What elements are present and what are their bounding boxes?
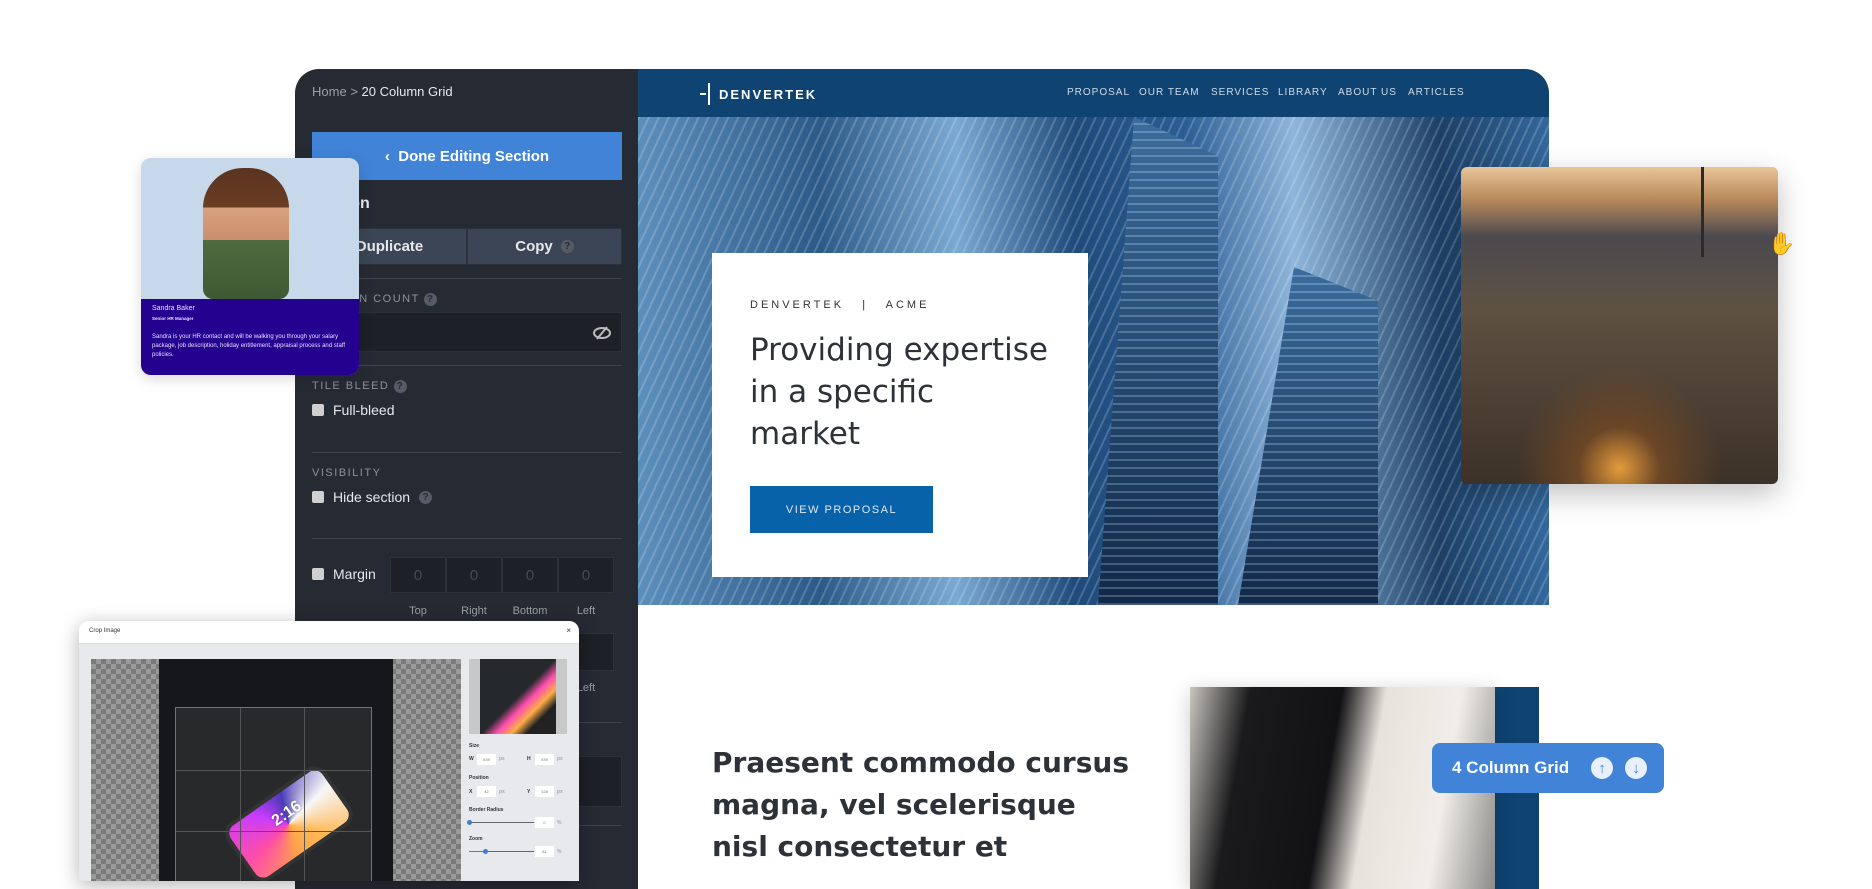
tower [1701, 167, 1704, 257]
nav-library[interactable]: LIBRARY [1278, 87, 1328, 98]
margin-checkbox[interactable]: Margin [312, 566, 376, 582]
percent-label: % [557, 849, 562, 855]
arrow-down-icon[interactable]: ↓ [1625, 757, 1648, 779]
margin-left-input[interactable]: 0 [558, 557, 614, 593]
position-label: Position [469, 775, 489, 781]
skyscraper [1238, 267, 1378, 605]
four-column-grid-badge[interactable]: 4 Column Grid ↑ ↓ [1432, 743, 1664, 793]
logo-mark-icon [700, 83, 710, 105]
size-label: Size [469, 743, 480, 749]
unit-label: px [557, 756, 563, 762]
chevron-left-icon: ‹ [384, 147, 390, 165]
nav-about-us[interactable]: ABOUT US [1338, 87, 1397, 98]
hero-headline: Providing expertise in a specific market [750, 332, 1048, 452]
person-role: Senior HR Manager [152, 316, 194, 321]
nav-articles[interactable]: ARTICLES [1408, 87, 1465, 98]
hero-eyebrow: DENVERTEK | ACME [750, 299, 930, 311]
crop-image-dialog: Crop Image × 2:16 Size W 539 px H 539 px… [79, 621, 579, 881]
full-bleed-checkbox[interactable]: Full-bleed [312, 402, 394, 418]
view-proposal-button[interactable]: VIEW PROPOSAL [750, 486, 933, 533]
help-icon[interactable]: ? [424, 293, 438, 306]
unit-label: px [499, 756, 505, 762]
duplicate-label: Duplicate [355, 238, 424, 255]
skyscraper [1098, 117, 1218, 605]
margin-top-label: Top [409, 605, 427, 617]
person-info: Sandra Baker Senior HR Manager Sandra is… [141, 299, 359, 375]
help-icon[interactable]: ? [419, 490, 433, 504]
arrow-up-icon[interactable]: ↑ [1591, 757, 1614, 779]
x-input[interactable]: 42 [477, 786, 496, 797]
percent-label: % [557, 820, 562, 826]
hide-section-checkbox[interactable]: Hide section? [312, 489, 433, 505]
margin-bottom-input[interactable]: 0 [502, 557, 558, 593]
copy-label: Copy [515, 238, 553, 255]
tile-bleed-label: TILE BLEED ? [312, 380, 407, 393]
unit-label: px [499, 789, 505, 795]
copy-button[interactable]: Copy? [467, 228, 622, 265]
zoom-label: Zoom [469, 836, 483, 842]
person-bio: Sandra is your HR contact and will be wa… [152, 334, 346, 358]
full-bleed-label: Full-bleed [333, 402, 395, 418]
breadcrumb: Home > 20 Column Grid [312, 84, 453, 99]
divider [312, 538, 622, 539]
zoom-input[interactable]: 81 [535, 846, 554, 857]
checkbox-box[interactable] [312, 404, 324, 416]
help-icon[interactable]: ? [560, 240, 574, 253]
nav-proposal[interactable]: PROPOSAL [1067, 87, 1130, 98]
grab-cursor-icon: ✋ [1768, 231, 1796, 256]
visibility-label: VISIBILITY [312, 467, 382, 479]
breadcrumb-home[interactable]: Home [312, 84, 347, 99]
width-label: W [469, 756, 474, 762]
margin-left-label: Left [576, 605, 596, 617]
hero-image: DENVERTEK | ACME Providing expertise in … [638, 117, 1549, 605]
unit-label: px [557, 789, 563, 795]
dialog-title: Crop Image [89, 628, 121, 634]
nav-services[interactable]: SERVICES [1211, 87, 1269, 98]
divider [312, 452, 622, 453]
person-name: Sandra Baker [152, 305, 195, 312]
checkbox-box[interactable] [312, 568, 324, 580]
height-input[interactable]: 539 [535, 754, 554, 765]
dialog-header: Crop Image × [79, 621, 579, 644]
breadcrumb-separator: > [350, 84, 358, 99]
breadcrumb-current: 20 Column Grid [361, 84, 453, 99]
border-radius-input[interactable]: 0 [535, 817, 554, 828]
person-photo [203, 168, 289, 299]
y-label: Y [527, 789, 531, 795]
section-text: Praesent commodo cursus magna, vel scele… [712, 746, 1129, 863]
hero-card: DENVERTEK | ACME Providing expertise in … [712, 253, 1088, 577]
checkbox-box[interactable] [312, 491, 324, 503]
eye-slash-icon[interactable] [593, 326, 611, 340]
crop-preview [469, 659, 567, 734]
crop-canvas[interactable]: 2:16 [91, 659, 461, 881]
grid-label: 4 Column Grid [1452, 758, 1570, 777]
person-card: Sandra Baker Senior HR Manager Sandra is… [141, 158, 359, 375]
margin-label: Margin [333, 566, 376, 582]
margin-right-label: Right [461, 605, 487, 617]
site-navbar: DENVERTEK PROPOSAL OUR TEAM SERVICES LIB… [638, 69, 1549, 117]
help-icon[interactable]: ? [393, 380, 407, 393]
y-input[interactable]: 128 [535, 786, 554, 797]
done-label: Done Editing Section [398, 147, 550, 165]
margin-bottom-label: Bottom [512, 605, 548, 617]
site-logo[interactable]: DENVERTEK [700, 83, 817, 105]
nav-our-team[interactable]: OUR TEAM [1139, 87, 1200, 98]
height-label: H [527, 756, 531, 762]
border-radius-slider[interactable] [467, 820, 534, 825]
close-icon[interactable]: × [566, 626, 571, 635]
website-preview: DENVERTEK PROPOSAL OUR TEAM SERVICES LIB… [638, 69, 1549, 889]
margin-right-input[interactable]: 0 [446, 557, 502, 593]
crop-selection-handle[interactable] [175, 707, 372, 881]
hide-section-label: Hide section [333, 489, 411, 505]
width-input[interactable]: 539 [477, 754, 496, 765]
x-label: X [469, 789, 473, 795]
margin-top-input[interactable]: 0 [390, 557, 446, 593]
city-photo [1461, 167, 1778, 484]
border-radius-label: Border Radius [469, 807, 504, 813]
zoom-slider[interactable] [469, 849, 534, 854]
